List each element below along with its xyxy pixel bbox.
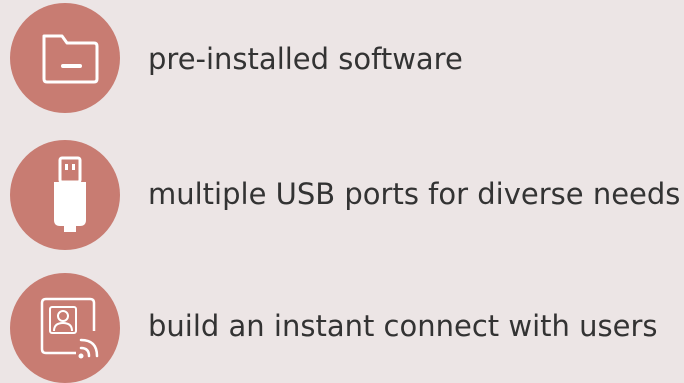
feature-label: pre-installed software <box>148 42 463 76</box>
feature-item-connect: build an instant connect with users <box>0 273 684 383</box>
usb-icon <box>10 140 120 250</box>
folder-icon <box>10 3 120 113</box>
feature-label: build an instant connect with users <box>148 309 658 343</box>
feature-item-software: pre-installed software <box>0 3 684 113</box>
feature-item-usb: multiple USB ports for diverse needs <box>0 140 684 250</box>
feature-label: multiple USB ports for diverse needs <box>148 177 681 211</box>
user-cast-icon <box>10 273 120 383</box>
